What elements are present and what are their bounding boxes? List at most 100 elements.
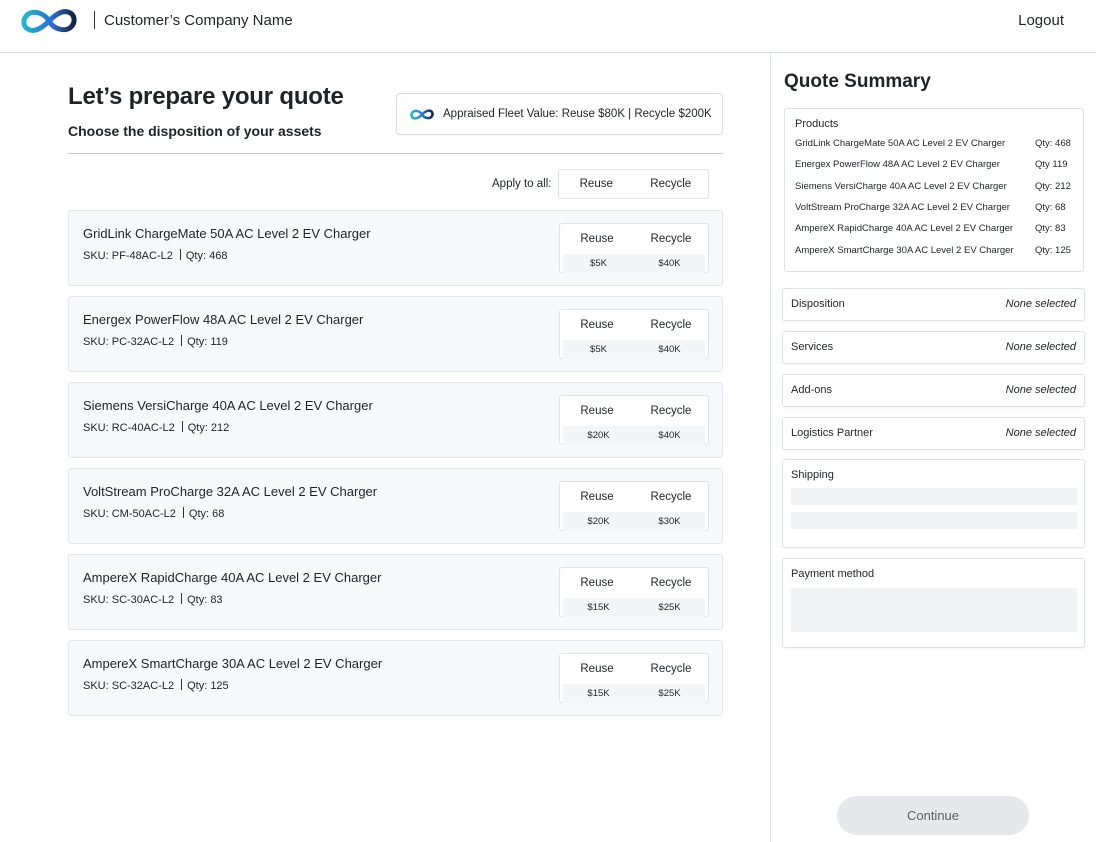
reuse-button[interactable]: Reuse [560, 482, 634, 512]
disposition-toggle: Reuse Recycle $5K $40K [559, 309, 709, 359]
recycle-button[interactable]: Recycle [634, 482, 708, 512]
selector-label: Logistics Partner [791, 427, 873, 439]
product-name: Energex PowerFlow 48A AC Level 2 EV Char… [83, 312, 364, 327]
reuse-button[interactable]: Reuse [560, 224, 634, 254]
reuse-price: $5K [590, 258, 607, 269]
reuse-button[interactable]: Reuse [560, 654, 634, 684]
selector-label: Services [791, 341, 834, 353]
disposition-toggle: Reuse Recycle $5K $40K [559, 223, 709, 273]
apply-all-toggle: Reuse Recycle [558, 169, 709, 199]
recycle-button[interactable]: Recycle [634, 654, 708, 684]
reuse-price: $5K [590, 344, 607, 355]
summary-product-row: AmpereX RapidCharge 40A AC Level 2 EV Ch… [795, 223, 1073, 237]
summary-product-row: Siemens VersiCharge 40A AC Level 2 EV Ch… [795, 181, 1073, 195]
summary-product-qty: Qty: 125 [1035, 245, 1071, 256]
shipping-placeholder-line [791, 488, 1077, 505]
apply-all-recycle-button[interactable]: Recycle [634, 170, 709, 198]
selector-label: Disposition [791, 298, 845, 310]
product-qty: Qty: 68 [188, 508, 225, 520]
fleet-value-banner: Appraised Fleet Value: Reuse $80K | Recy… [396, 93, 723, 135]
summary-product-row: Energex PowerFlow 48A AC Level 2 EV Char… [795, 159, 1073, 173]
reuse-button[interactable]: Reuse [560, 568, 634, 598]
recycle-price: $40K [658, 344, 681, 355]
shipping-placeholder-line [791, 512, 1077, 529]
product-sku: SKU: PC-32AC-L2 [83, 336, 175, 348]
summary-product-name: Siemens VersiCharge 40A AC Level 2 EV Ch… [795, 181, 1007, 192]
page-subtitle: Choose the disposition of your assets [68, 123, 322, 139]
reuse-button[interactable]: Reuse [560, 310, 634, 340]
product-sku: SKU: RC-40AC-L2 [83, 422, 175, 434]
summary-products-box: Products GridLink ChargeMate 50A AC Leve… [784, 108, 1084, 272]
summary-product-name: Energex PowerFlow 48A AC Level 2 EV Char… [795, 159, 1000, 170]
recycle-price: $25K [658, 602, 681, 613]
shipping-section: Shipping [782, 459, 1085, 548]
summary-product-row: GridLink ChargeMate 50A AC Level 2 EV Ch… [795, 138, 1073, 152]
disposition-toggle: Reuse Recycle $20K $40K [559, 395, 709, 445]
summary-product-qty: Qty: 68 [1035, 202, 1066, 213]
product-name: VoltStream ProCharge 32A AC Level 2 EV C… [83, 484, 378, 499]
recycle-price: $25K [658, 688, 681, 699]
main-content: Let’s prepare your quote Choose the disp… [0, 54, 770, 842]
header-divider [94, 11, 95, 29]
shipping-label: Shipping [791, 469, 834, 481]
recycle-button[interactable]: Recycle [634, 568, 708, 598]
page-title: Let’s prepare your quote [68, 83, 344, 110]
product-card: Energex PowerFlow 48A AC Level 2 EV Char… [68, 296, 723, 372]
summary-product-qty: Qty: 468 [1035, 138, 1071, 149]
fleet-value-text: Appraised Fleet Value: Reuse $80K | Recy… [443, 108, 712, 120]
disposition-selector[interactable]: Disposition None selected [782, 288, 1085, 321]
product-name: AmpereX SmartCharge 30A AC Level 2 EV Ch… [83, 656, 383, 671]
top-header: Customer’s Company Name Logout [0, 0, 1096, 53]
product-meta: SKU: SC-30AC-L2 Qty: 83 [83, 593, 223, 606]
product-sku: SKU: SC-32AC-L2 [83, 680, 175, 692]
recycle-button[interactable]: Recycle [634, 396, 708, 426]
product-card: Siemens VersiCharge 40A AC Level 2 EV Ch… [68, 382, 723, 458]
disposition-toggle: Reuse Recycle $15K $25K [559, 653, 709, 703]
summary-product-row: AmpereX SmartCharge 30A AC Level 2 EV Ch… [795, 245, 1073, 259]
reuse-price: $15K [587, 602, 610, 613]
reuse-button[interactable]: Reuse [560, 396, 634, 426]
apply-all-label: Apply to all: [492, 178, 552, 190]
recycle-price: $40K [658, 258, 681, 269]
payment-placeholder [791, 588, 1077, 632]
product-sku: SKU: CM-50AC-L2 [83, 508, 176, 520]
summary-product-name: AmpereX RapidCharge 40A AC Level 2 EV Ch… [795, 223, 1014, 234]
product-name: GridLink ChargeMate 50A AC Level 2 EV Ch… [83, 226, 371, 241]
recycle-price: $40K [658, 430, 681, 441]
product-meta: SKU: SC-32AC-L2 Qty: 125 [83, 679, 229, 692]
payment-method-label: Payment method [791, 568, 875, 580]
selector-label: Add-ons [791, 384, 832, 396]
recycle-button[interactable]: Recycle [634, 310, 708, 340]
selector-value: None selected [1005, 384, 1076, 396]
reuse-price: $15K [587, 688, 610, 699]
disposition-toggle: Reuse Recycle $20K $30K [559, 481, 709, 531]
divider [68, 153, 723, 154]
infinity-logo-icon[interactable] [18, 6, 80, 36]
summary-product-qty: Qty 119 [1035, 159, 1068, 170]
product-card: VoltStream ProCharge 32A AC Level 2 EV C… [68, 468, 723, 544]
product-meta: SKU: PF-48AC-L2 Qty: 468 [83, 249, 227, 262]
continue-button[interactable]: Continue [837, 796, 1029, 835]
apply-all-reuse-button[interactable]: Reuse [559, 170, 634, 198]
quote-summary-panel: Quote Summary Products GridLink ChargeMa… [770, 54, 1096, 842]
product-card: AmpereX RapidCharge 40A AC Level 2 EV Ch… [68, 554, 723, 630]
product-sku: SKU: PF-48AC-L2 [83, 250, 173, 262]
product-qty: Qty: 212 [187, 422, 230, 434]
selector-value: None selected [1005, 341, 1076, 353]
recycle-button[interactable]: Recycle [634, 224, 708, 254]
summary-title: Quote Summary [784, 71, 931, 92]
summary-product-name: GridLink ChargeMate 50A AC Level 2 EV Ch… [795, 138, 1006, 149]
logistics-partner-selector[interactable]: Logistics Partner None selected [782, 417, 1085, 450]
reuse-price: $20K [587, 430, 610, 441]
disposition-toggle: Reuse Recycle $15K $25K [559, 567, 709, 617]
logout-link[interactable]: Logout [1018, 12, 1064, 29]
recycle-price: $30K [658, 516, 681, 527]
services-selector[interactable]: Services None selected [782, 331, 1085, 364]
product-sku: SKU: SC-30AC-L2 [83, 594, 175, 606]
product-name: AmpereX RapidCharge 40A AC Level 2 EV Ch… [83, 570, 382, 585]
product-meta: SKU: RC-40AC-L2 Qty: 212 [83, 421, 229, 434]
payment-method-section: Payment method [782, 558, 1085, 648]
summary-products-label: Products [795, 118, 839, 130]
add-ons-selector[interactable]: Add-ons None selected [782, 374, 1085, 407]
selector-value: None selected [1005, 427, 1076, 439]
